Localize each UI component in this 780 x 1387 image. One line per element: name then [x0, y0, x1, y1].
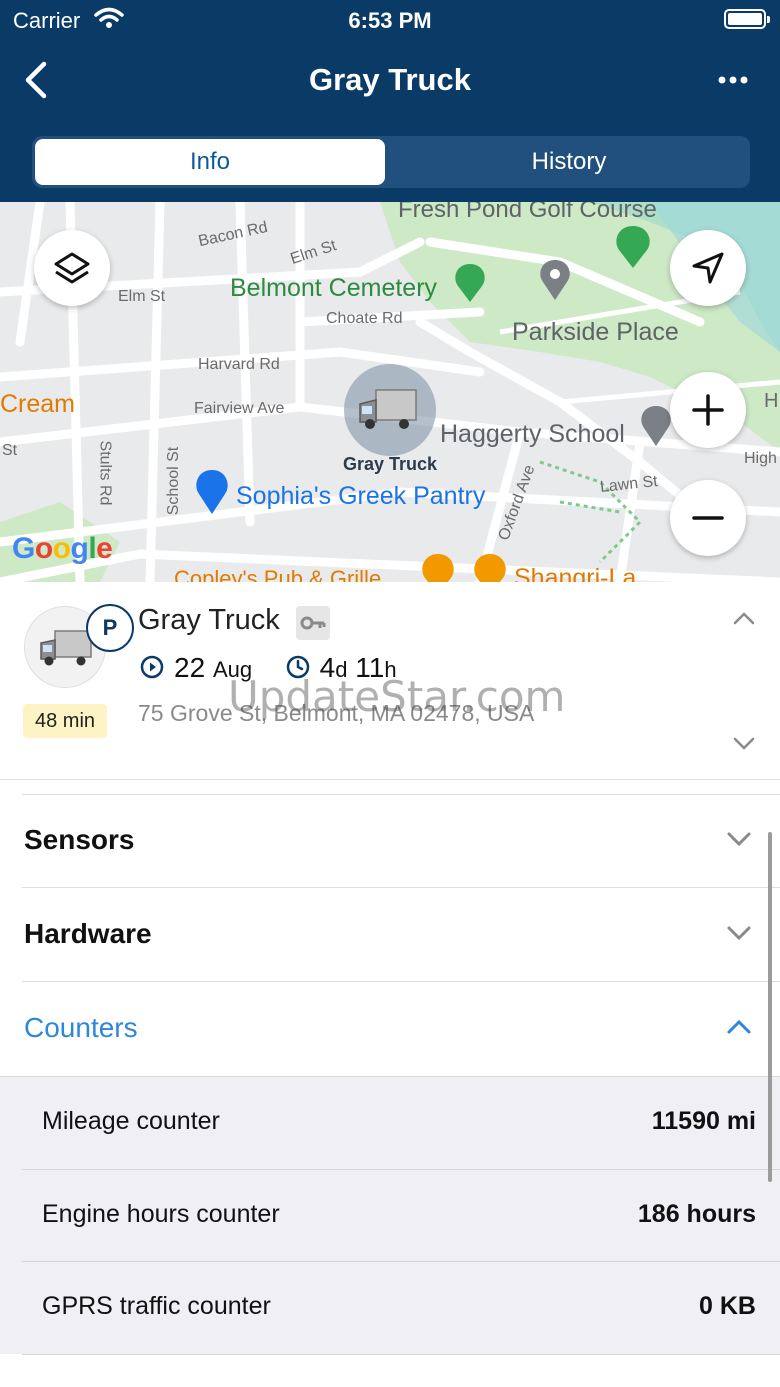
more-button[interactable] — [712, 68, 756, 92]
map-label: Stults Rd — [96, 440, 114, 506]
map-label: Fresh Pond Golf Course — [398, 202, 657, 223]
navigation-arrow-icon — [692, 252, 724, 284]
truck-icon — [359, 389, 417, 429]
counter-label: Mileage counter — [42, 1107, 220, 1135]
map-label: Copley's Pub & Grille — [174, 566, 382, 582]
vehicle-marker[interactable] — [344, 364, 436, 456]
counters-list: Mileage counter 11590 mi Engine hours co… — [0, 1076, 780, 1355]
battery-icon — [724, 9, 770, 29]
app-header: Carrier 6:53 PM Gray Truck Info History — [0, 0, 780, 202]
map-label: Choate Rd — [326, 310, 403, 327]
section-title: Hardware — [24, 918, 152, 949]
status-time: 6:53 PM — [348, 8, 432, 33]
google-logo: Google — [12, 532, 113, 565]
play-circle-icon — [140, 654, 164, 686]
chevron-down-icon — [726, 830, 752, 853]
chevron-down-icon — [726, 924, 752, 947]
chevron-up-icon — [726, 1018, 752, 1041]
tab-info[interactable]: Info — [35, 139, 385, 185]
plus-icon — [692, 394, 724, 426]
expand-card-button[interactable] — [732, 736, 756, 757]
tab-history[interactable]: History — [394, 139, 744, 185]
counter-label: GPRS traffic counter — [42, 1292, 271, 1320]
chevron-down-icon — [733, 737, 755, 750]
list-item: Engine hours counter 186 hours — [0, 1170, 780, 1262]
map-label: Sophia's Greek Pantry — [236, 482, 486, 510]
unit-name: Gray Truck — [138, 604, 280, 636]
counter-value: 186 hours — [637, 1200, 756, 1228]
parking-badge: P — [86, 604, 134, 652]
list-item: Mileage counter 11590 mi — [0, 1077, 780, 1169]
list-item: GPRS traffic counter 0 KB — [0, 1262, 780, 1354]
map-label: Shangri-La — [514, 564, 637, 582]
section-title: Counters — [24, 1012, 138, 1043]
segmented-control: Info History — [32, 136, 750, 188]
map-label: H — [764, 390, 779, 412]
map-label: Belmont Cemetery — [230, 274, 438, 302]
counter-value: 11590 mi — [651, 1107, 756, 1135]
counter-value: 0 KB — [699, 1292, 756, 1320]
status-bar: Carrier 6:53 PM — [0, 0, 780, 40]
minus-icon — [692, 516, 724, 520]
last-message-day: 22 — [174, 652, 206, 683]
map-label: St — [2, 442, 18, 459]
chevron-up-icon — [733, 612, 755, 625]
section-hardware[interactable]: Hardware — [0, 888, 780, 982]
zoom-in-button[interactable] — [670, 372, 746, 448]
key-icon — [296, 606, 330, 640]
scrollbar[interactable] — [768, 832, 772, 1182]
my-location-button[interactable] — [670, 230, 746, 306]
watermark-text: UpdateStar.com — [228, 672, 566, 721]
divider — [22, 1354, 780, 1355]
map-label: School St — [165, 446, 183, 516]
map-label: Haggerty School — [440, 420, 625, 448]
map-label: Elm St — [118, 288, 166, 305]
unit-card[interactable]: P 48 min Gray Truck 22 Aug 4d 11h 75 Gro… — [0, 582, 780, 780]
section-title: Sensors — [24, 824, 135, 855]
map-label: Parkside Place — [512, 318, 679, 346]
section-counters[interactable]: Counters — [0, 982, 780, 1076]
map-label: High — [744, 450, 777, 467]
map-label: Cream — [0, 390, 76, 418]
map-label: Harvard Rd — [198, 356, 280, 373]
section-sensors[interactable]: Sensors — [0, 794, 780, 888]
duration-badge: 48 min — [23, 704, 107, 738]
vehicle-marker-label: Gray Truck — [342, 454, 438, 474]
map-layers-button[interactable] — [34, 230, 110, 306]
page-title: Gray Truck — [309, 62, 471, 97]
map-view[interactable]: Fresh Pond Golf Course Bacon Rd Elm St E… — [0, 202, 780, 582]
map-label: Fairview Ave — [194, 400, 285, 417]
zoom-out-button[interactable] — [670, 480, 746, 556]
collapse-card-button[interactable] — [732, 610, 756, 631]
layers-icon — [54, 252, 90, 284]
more-dots-icon — [718, 76, 748, 84]
counter-label: Engine hours counter — [42, 1200, 280, 1228]
